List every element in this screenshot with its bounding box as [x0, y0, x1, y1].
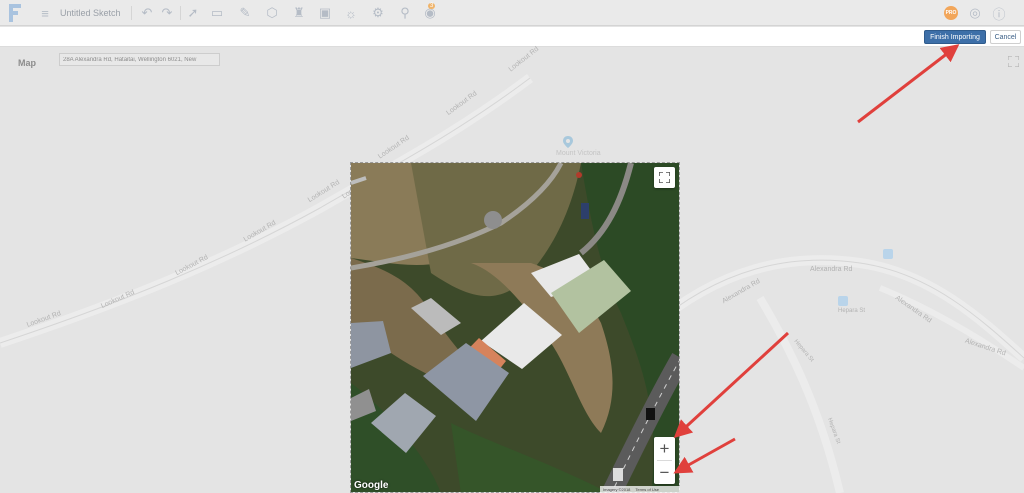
- toolbar-divider: [131, 6, 132, 20]
- finish-importing-button[interactable]: Finish Importing: [924, 30, 986, 44]
- draw-icon[interactable]: ✎: [236, 4, 254, 22]
- top-toolbar: ≡ Untitled Sketch ↶ ↷ ➚ ▭ ✎ ⬡ ♜ ▣ ☼ ⚙ ⚲ …: [0, 0, 1024, 26]
- menu-icon[interactable]: ≡: [36, 4, 54, 22]
- help-icon[interactable]: ◎: [966, 4, 984, 22]
- imagery-credit: Imagery ©2018: [603, 487, 631, 492]
- road-label: Hepara St: [838, 308, 866, 314]
- sketch-title[interactable]: Untitled Sketch: [60, 8, 121, 18]
- bus-stop-icon: [883, 249, 893, 259]
- zoom-control: + −: [654, 437, 675, 484]
- toolbar-divider: [180, 6, 181, 20]
- satellite-imagery: [351, 163, 679, 492]
- google-logo: Google: [354, 480, 389, 491]
- satellite-map[interactable]: [350, 162, 680, 493]
- fullscreen-icon: [659, 172, 670, 183]
- select-icon[interactable]: ➚: [184, 4, 202, 22]
- image-icon[interactable]: ▣: [316, 4, 334, 22]
- sun-icon[interactable]: ☼: [342, 4, 360, 22]
- avatar[interactable]: PRO: [944, 6, 958, 20]
- shape-icon[interactable]: ⬡: [263, 4, 281, 22]
- walk-icon[interactable]: ♜: [290, 4, 308, 22]
- terms-link[interactable]: Terms of Use: [635, 487, 659, 492]
- redo-icon[interactable]: ↷: [158, 4, 176, 22]
- location-icon[interactable]: ⚲: [396, 4, 414, 22]
- address-search-input[interactable]: [59, 53, 220, 66]
- action-bar: [0, 27, 1024, 47]
- map-fullscreen-icon[interactable]: [1008, 56, 1019, 67]
- satellite-fullscreen-button[interactable]: [654, 167, 675, 188]
- zoom-in-button[interactable]: +: [654, 437, 675, 460]
- undo-icon[interactable]: ↶: [138, 4, 156, 22]
- map-pin-icon: [563, 136, 573, 148]
- cancel-button[interactable]: Cancel: [990, 30, 1021, 44]
- info-icon[interactable]: ⓘ: [990, 4, 1008, 22]
- place-label: Mount Victoria: [556, 150, 601, 157]
- map-attribution: Imagery ©2018 Terms of Use: [600, 486, 680, 493]
- app-logo-icon: [9, 4, 21, 22]
- settings-icon[interactable]: ⚙: [369, 4, 387, 22]
- zoom-out-button[interactable]: −: [654, 461, 675, 484]
- measure-icon[interactable]: ▭: [208, 4, 226, 22]
- map-label: Map: [18, 58, 36, 68]
- bus-stop-icon: [838, 296, 848, 306]
- road-label: Alexandra Rd: [810, 266, 853, 273]
